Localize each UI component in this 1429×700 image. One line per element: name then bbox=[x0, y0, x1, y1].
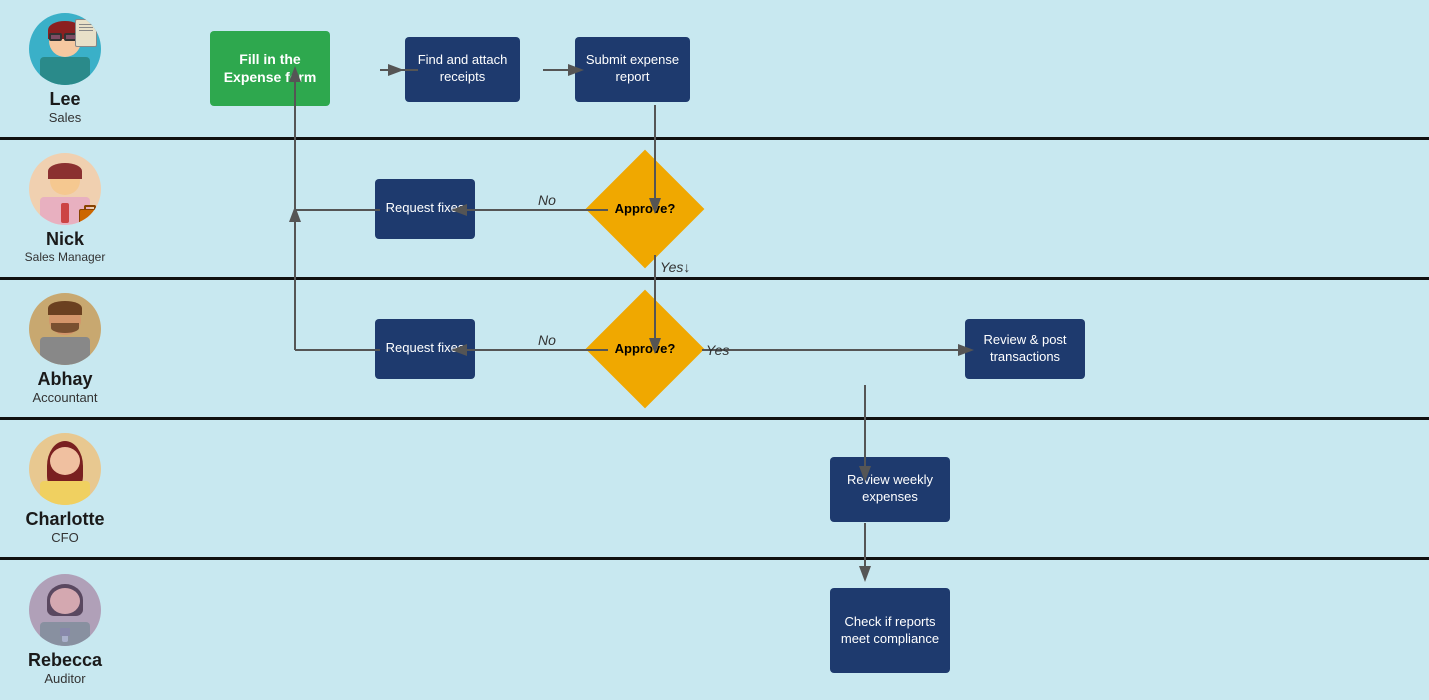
task-review-weekly: Review weekly expenses bbox=[830, 457, 950, 522]
actor-name-charlotte: Charlotte bbox=[25, 509, 104, 530]
task-review-post: Review & post transactions bbox=[965, 319, 1085, 379]
actor-role-charlotte: CFO bbox=[51, 530, 78, 545]
actor-rebecca: Rebecca Auditor bbox=[0, 564, 130, 696]
actor-abhay: Abhay Accountant bbox=[0, 283, 130, 415]
task-check-compliance: Check if reports meet compliance bbox=[830, 588, 950, 673]
actor-role-lee: Sales bbox=[49, 110, 82, 125]
actor-role-nick: Sales Manager bbox=[25, 250, 106, 264]
avatar-rebecca bbox=[29, 574, 101, 646]
avatar-abhay bbox=[29, 293, 101, 365]
actor-charlotte: Charlotte CFO bbox=[0, 423, 130, 555]
task-submit-report: Submit expense report bbox=[575, 37, 690, 102]
actor-name-lee: Lee bbox=[49, 89, 80, 110]
avatar-nick bbox=[29, 153, 101, 225]
avatar-lee bbox=[29, 13, 101, 85]
actor-nick: Nick Sales Manager bbox=[0, 143, 130, 274]
actor-name-abhay: Abhay bbox=[37, 369, 92, 390]
actor-name-nick: Nick bbox=[46, 229, 84, 250]
diamond-nick-approve: Approve? bbox=[600, 164, 690, 254]
task-abhay-request-fixes: Request fixes bbox=[375, 319, 475, 379]
task-fill-form: Fill in the Expense form bbox=[210, 31, 330, 106]
actor-role-abhay: Accountant bbox=[32, 390, 97, 405]
diamond-abhay-approve: Approve? bbox=[600, 304, 690, 394]
task-attach-receipts: Find and attach receipts bbox=[405, 37, 520, 102]
avatar-charlotte bbox=[29, 433, 101, 505]
actor-name-rebecca: Rebecca bbox=[28, 650, 102, 671]
actor-lee: Lee Sales bbox=[0, 3, 130, 135]
task-nick-request-fixes: Request fixes bbox=[375, 179, 475, 239]
actor-role-rebecca: Auditor bbox=[44, 671, 85, 686]
